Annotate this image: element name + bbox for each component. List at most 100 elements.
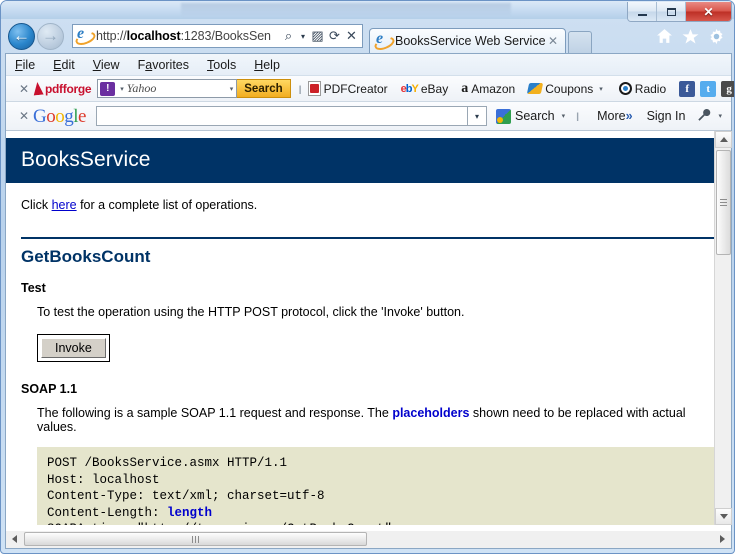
- chevron-down-icon[interactable]: ▾: [297, 26, 309, 46]
- logo-letter: G: [33, 105, 47, 127]
- chevron-down-icon[interactable]: ▾: [562, 112, 566, 120]
- compatibility-view-icon[interactable]: ▨: [309, 26, 326, 46]
- invoke-button[interactable]: Invoke: [41, 338, 106, 358]
- code-line: Content-Type: text/xml; charset=utf-8: [47, 489, 325, 503]
- intro-after-text: for a complete list of operations.: [76, 198, 258, 212]
- google-search-input[interactable]: [95, 106, 468, 126]
- scroll-left-button[interactable]: [6, 531, 23, 547]
- menu-file[interactable]: File: [15, 58, 35, 72]
- tab-booksservice[interactable]: BooksService Web Service ✕: [369, 28, 566, 53]
- close-icon: ✕: [703, 4, 714, 19]
- back-button[interactable]: ←: [8, 22, 35, 50]
- search-icon[interactable]: ⌕: [280, 26, 297, 46]
- browser-client-area: File Edit View Favorites Tools Help ✕ pd…: [5, 53, 734, 547]
- pdfforge-logo[interactable]: pdfforge: [32, 81, 92, 96]
- yahoo-icon: !: [100, 81, 116, 96]
- page-favicon-icon: [76, 25, 92, 44]
- ebay-icon: ebY: [400, 82, 419, 95]
- operation-section: GetBooksCount Test To test the operation…: [6, 237, 714, 525]
- maximize-icon: [666, 7, 676, 16]
- tab-close-icon[interactable]: ✕: [546, 34, 561, 48]
- toolbar-item-ebay[interactable]: ebY eBay: [401, 82, 449, 96]
- facebook-icon[interactable]: f: [679, 80, 696, 97]
- toolbar-item-pdfcreator[interactable]: PDFCreator: [307, 81, 388, 96]
- pdfforge-close-icon[interactable]: ✕: [15, 82, 33, 96]
- yahoo-engine-caret-icon[interactable]: ▾: [120, 85, 124, 93]
- scroll-down-button[interactable]: [715, 508, 732, 525]
- star-icon[interactable]: [682, 28, 699, 45]
- test-heading: Test: [21, 281, 46, 295]
- googleplus-icon[interactable]: g: [721, 80, 734, 97]
- scroll-up-button[interactable]: [715, 131, 732, 148]
- refresh-icon[interactable]: ⟳: [326, 26, 343, 46]
- google-more-label: More: [597, 109, 626, 123]
- horizontal-scrollbar[interactable]: [5, 531, 732, 549]
- minimize-icon: [637, 13, 647, 16]
- back-arrow-icon: ←: [13, 26, 30, 45]
- menu-edit[interactable]: Edit: [53, 58, 75, 72]
- menu-help[interactable]: Help: [254, 58, 280, 72]
- vertical-scrollbar[interactable]: [714, 131, 732, 525]
- tab-strip: BooksService Web Service ✕: [369, 19, 592, 53]
- logo-letter: e: [78, 105, 86, 127]
- soap-request-sample: POST /BooksService.asmx HTTP/1.1 Host: l…: [37, 447, 714, 525]
- toolbar-item-radio[interactable]: Radio: [618, 81, 667, 96]
- google-more-button[interactable]: More»: [597, 109, 632, 123]
- google-toolbar-gripper[interactable]: |||: [573, 108, 580, 124]
- toolbar-item-label: Radio: [634, 81, 667, 96]
- address-bar[interactable]: http://localhost:1283/BooksSen ⌕ ▾ ▨ ⟳ ✕: [72, 24, 363, 48]
- google-search-button[interactable]: Search ▾: [496, 108, 568, 124]
- google-toolbar-close-icon[interactable]: ✕: [15, 109, 33, 123]
- yahoo-search-button[interactable]: Search: [237, 79, 291, 98]
- soap-heading: SOAP 1.1: [21, 382, 78, 396]
- home-icon[interactable]: [656, 28, 673, 45]
- scroll-right-button[interactable]: [714, 531, 731, 547]
- google-search-label: Search: [515, 109, 555, 123]
- google-signin-button[interactable]: Sign In: [647, 109, 686, 123]
- operations-list-link[interactable]: here: [52, 198, 77, 212]
- google-toolbar: ✕ Google ▾ Search ▾ ||| More» Sign In ▾: [6, 102, 731, 131]
- toolbar-gripper[interactable]: |||: [296, 81, 303, 97]
- social-icons: f t g: [679, 80, 734, 97]
- vertical-scroll-thumb[interactable]: [716, 150, 731, 255]
- code-line: Content-Length:: [47, 505, 168, 520]
- web-page: BooksService Click here for a complete l…: [6, 131, 714, 525]
- chevron-down-icon[interactable]: ▾: [718, 112, 722, 120]
- pdf-icon: [307, 81, 321, 96]
- amazon-icon: a: [461, 80, 469, 96]
- menu-tools[interactable]: Tools: [207, 58, 236, 72]
- section-divider: [21, 237, 714, 239]
- gear-icon[interactable]: [708, 28, 725, 45]
- google-logo: Google: [33, 107, 86, 126]
- new-tab-button[interactable]: [567, 31, 592, 53]
- pdfforge-brand-label: pdfforge: [45, 81, 92, 96]
- scrollbar-grip-icon: [720, 197, 727, 208]
- google-search-icon: [496, 108, 511, 124]
- triangle-down-icon: [719, 514, 728, 519]
- menu-favorites[interactable]: Favorites: [138, 58, 189, 72]
- yahoo-search-input[interactable]: ! ▾ Yahoo ▾: [97, 79, 238, 98]
- double-chevron-icon: »: [625, 109, 633, 123]
- google-search-history-icon[interactable]: ▾: [468, 106, 487, 126]
- chevron-down-icon[interactable]: ▾: [599, 85, 603, 93]
- menu-view[interactable]: View: [93, 58, 120, 72]
- forward-button[interactable]: →: [37, 22, 64, 50]
- google-settings-button[interactable]: ▾: [697, 108, 725, 125]
- twitter-icon[interactable]: t: [700, 80, 717, 97]
- navigation-bar: ← → http://localhost:1283/BooksSen ⌕ ▾ ▨…: [1, 19, 734, 53]
- toolbar-item-amazon[interactable]: a Amazon: [461, 81, 515, 97]
- title-bar: ✕: [1, 1, 734, 22]
- browser-window: ✕ ← → http://localhost:1283/BooksSen ⌕ ▾…: [0, 0, 735, 554]
- logo-letter: o: [55, 105, 65, 127]
- toolbar-item-coupons[interactable]: Coupons ▾: [527, 82, 606, 96]
- url-path: :1283/BooksSen: [180, 29, 271, 43]
- yahoo-dropdown-icon[interactable]: ▾: [230, 85, 234, 93]
- code-line: POST /BooksService.asmx HTTP/1.1: [47, 456, 288, 470]
- triangle-up-icon: [719, 137, 728, 142]
- horizontal-scroll-thumb[interactable]: [24, 532, 367, 546]
- stop-icon[interactable]: ✕: [343, 26, 360, 46]
- wrench-icon: [697, 108, 711, 125]
- operations-intro: Click here for a complete list of operat…: [6, 183, 714, 212]
- code-line: SOAPAction: "http://tempuri.org/GetBooks…: [47, 522, 392, 525]
- service-banner: BooksService: [6, 138, 714, 183]
